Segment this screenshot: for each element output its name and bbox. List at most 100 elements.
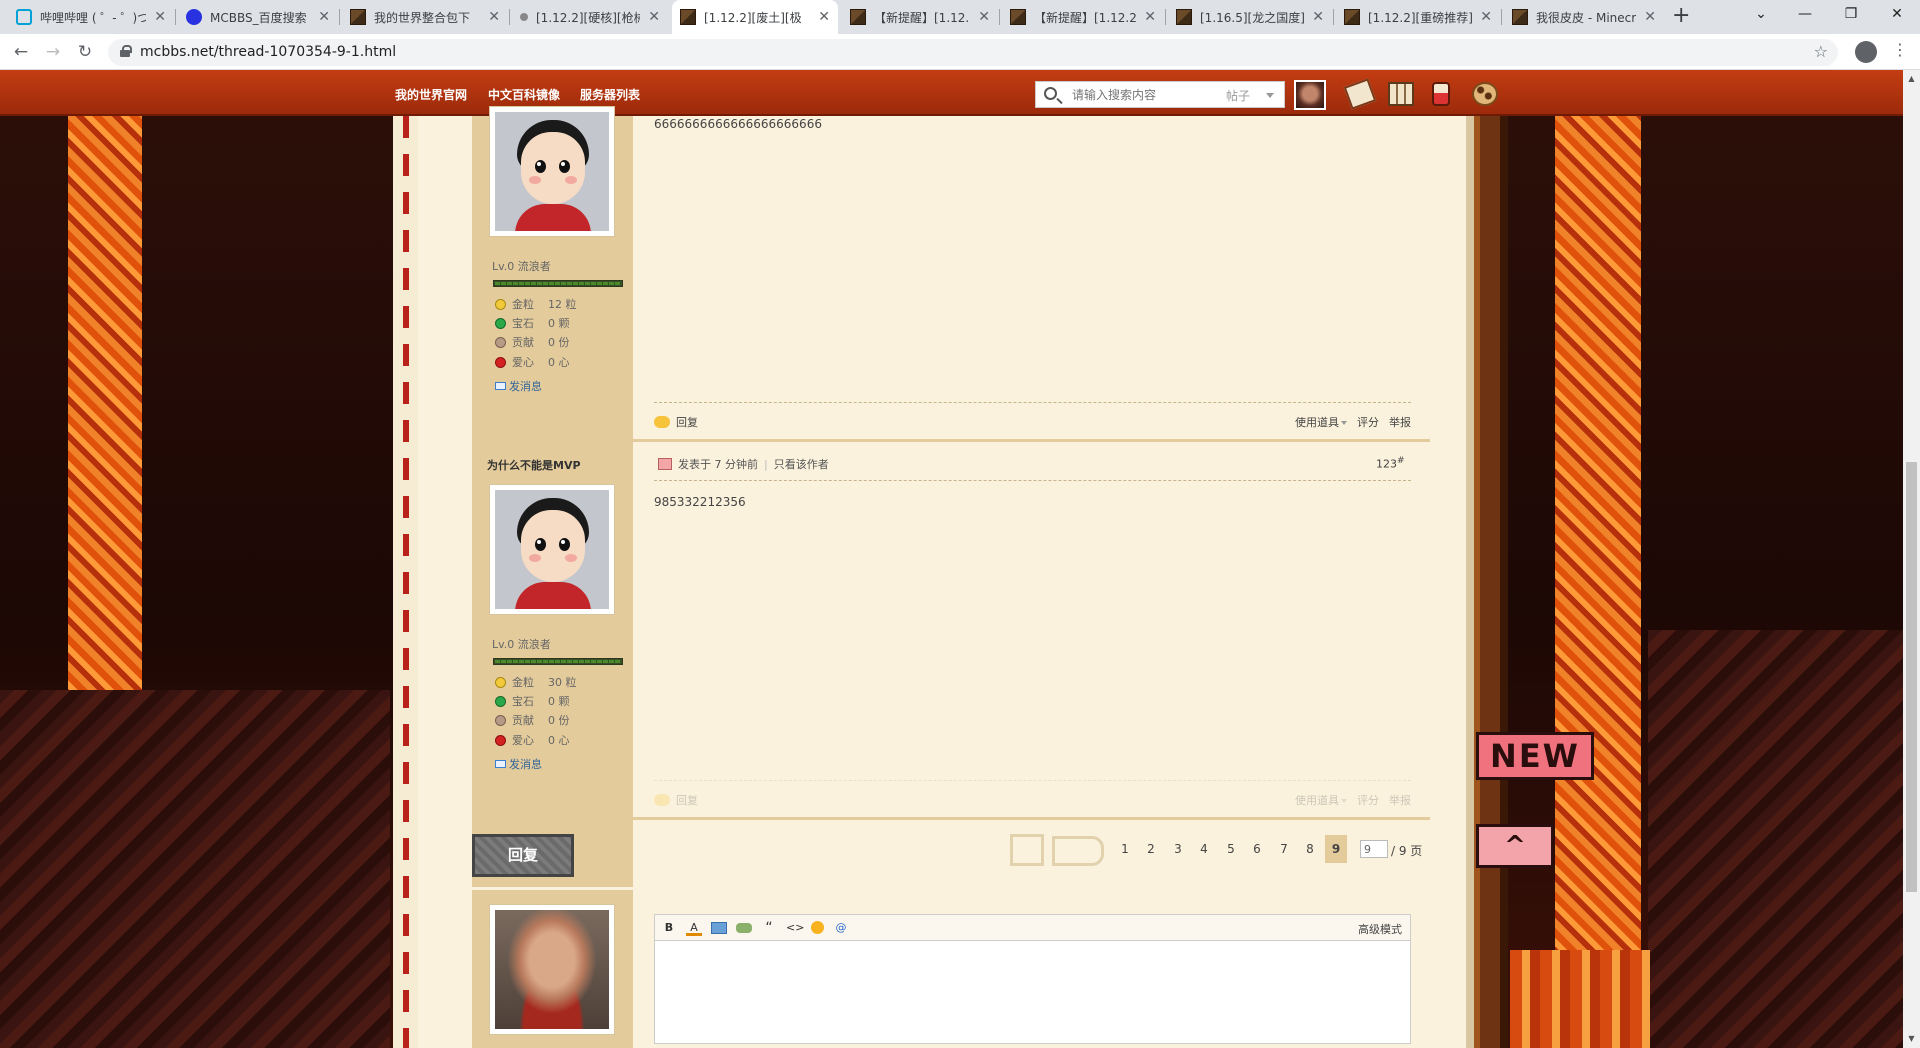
tab-divider (339, 9, 340, 25)
profile-avatar-icon[interactable] (1855, 41, 1877, 63)
browser-tab[interactable]: 【新提醒】[1.12.2] ✕ (842, 0, 998, 34)
mention-button[interactable]: @ (833, 920, 849, 936)
browser-tab[interactable]: 哔哩哔哩 ( ゜- ゜)つ ✕ (8, 0, 174, 34)
meta-divider: | (764, 457, 768, 471)
avatar[interactable] (489, 904, 615, 1035)
address-bar[interactable]: mcbbs.net/thread-1070354-9-1.html ☆ (108, 39, 1838, 66)
mail-icon[interactable] (1343, 78, 1377, 110)
send-message-link[interactable]: 发消息 (495, 378, 542, 394)
page-viewport: 我的世界官网 中文百科镜像 服务器列表 帖子 Lv.0 流浪者 金粒12 粒 宝… (0, 70, 1903, 1048)
close-icon[interactable]: ✕ (154, 9, 166, 25)
reply-link[interactable]: 回复 (654, 792, 698, 808)
nav-link-official[interactable]: 我的世界官网 (395, 86, 467, 103)
content-frame-right (1466, 116, 1508, 1048)
browser-tab[interactable]: 【新提醒】[1.12.2] ✕ (1002, 0, 1164, 34)
reload-icon[interactable]: ↻ (74, 41, 96, 63)
page-link[interactable]: 3 (1167, 835, 1189, 863)
url-text[interactable]: mcbbs.net/thread-1070354-9-1.html (140, 44, 396, 60)
contribution-icon (495, 336, 506, 348)
bookmark-star-icon[interactable]: ☆ (1814, 42, 1828, 61)
scrollbar-thumb[interactable] (1906, 462, 1917, 892)
avatar[interactable] (489, 484, 615, 615)
cookie-icon[interactable] (1472, 82, 1498, 106)
close-icon[interactable]: ✕ (648, 9, 660, 25)
rate-link[interactable]: 评分 (1357, 792, 1379, 808)
close-icon[interactable]: ✕ (488, 9, 500, 25)
scroll-down-icon[interactable]: ▼ (1906, 1034, 1917, 1044)
browser-tab-active[interactable]: [1.12.2][废土][极 ✕ (672, 0, 838, 34)
new-posts-flag[interactable]: NEW (1476, 732, 1594, 780)
search-type-select[interactable]: 帖子 (1226, 87, 1250, 104)
user-avatar[interactable] (1294, 80, 1326, 110)
forward-arrow-icon[interactable]: → (42, 41, 64, 63)
reply-link[interactable]: 回复 (654, 414, 698, 430)
close-icon[interactable]: ✕ (1480, 9, 1492, 25)
contribution-icon (495, 714, 506, 726)
reply-button[interactable]: 回复 (472, 834, 574, 877)
emoji-icon[interactable] (811, 921, 824, 934)
close-icon[interactable]: ✕ (318, 9, 330, 25)
close-window-icon[interactable]: ✕ (1874, 0, 1920, 30)
quote-button[interactable]: “ (761, 920, 777, 936)
floor-number[interactable]: 123# (1376, 456, 1405, 471)
author-name[interactable]: 为什么不能是MVP (487, 457, 581, 473)
minecraft-icon (1512, 9, 1528, 25)
page-link[interactable]: 1 (1114, 835, 1136, 863)
font-color-button[interactable]: A (686, 920, 702, 936)
page-jump-input[interactable] (1360, 840, 1388, 858)
browser-tab[interactable]: 我的世界整合包下 ✕ (342, 0, 508, 34)
send-message-link[interactable]: 发消息 (495, 756, 542, 772)
page-link[interactable]: 7 (1273, 835, 1295, 863)
browser-tab[interactable]: [1.12.2][硬核][枪械 ✕ (512, 0, 668, 34)
page-link[interactable]: 8 (1299, 835, 1321, 863)
browser-tab[interactable]: MCBBS_百度搜索 ✕ (178, 0, 338, 34)
scroll-up-icon[interactable]: ▲ (1906, 74, 1917, 84)
link-icon[interactable] (736, 922, 752, 933)
browser-tab[interactable]: 我很皮皮 - Minecr ✕ (1504, 0, 1664, 34)
search-icon[interactable] (1044, 87, 1057, 100)
use-tool-menu[interactable]: 使用道具 (1295, 792, 1347, 808)
stat-gem: 宝石 0 颗 (495, 693, 570, 709)
return-arrow-icon[interactable] (1052, 836, 1104, 866)
page-link[interactable]: 4 (1193, 835, 1215, 863)
browser-menu-icon[interactable]: ⋮ (1892, 40, 1908, 59)
potion-icon[interactable] (1432, 82, 1450, 106)
browser-tab[interactable]: [1.16.5][龙之国度] ✕ (1168, 0, 1332, 34)
post-body: 985332212356 (654, 495, 746, 509)
bold-button[interactable]: B (661, 920, 677, 936)
nav-link-wiki[interactable]: 中文百科镜像 (488, 86, 560, 103)
back-to-list-icon[interactable] (1010, 834, 1044, 866)
rate-link[interactable]: 评分 (1357, 414, 1379, 430)
chevron-down-icon[interactable] (1266, 93, 1274, 98)
tab-search-icon[interactable]: ⌄ (1738, 0, 1784, 30)
browser-tab[interactable]: [1.12.2][重磅推荐] ✕ (1336, 0, 1500, 34)
new-tab-button[interactable]: + (1672, 3, 1690, 28)
only-author-link[interactable]: 只看该作者 (774, 456, 829, 472)
gold-icon (495, 676, 506, 688)
page-link[interactable]: 5 (1220, 835, 1242, 863)
code-button[interactable]: <> (786, 920, 804, 936)
use-tool-menu[interactable]: 使用道具 (1295, 414, 1347, 430)
close-icon[interactable]: ✕ (1644, 9, 1656, 25)
back-arrow-icon[interactable]: ← (10, 41, 32, 63)
reply-textarea[interactable] (655, 941, 1410, 1044)
advanced-mode-link[interactable]: 高级模式 (1358, 921, 1402, 937)
minimize-icon[interactable]: — (1782, 0, 1828, 30)
apple-icon (495, 734, 506, 746)
close-icon[interactable]: ✕ (1144, 9, 1156, 25)
report-link[interactable]: 举报 (1389, 414, 1411, 430)
speech-bubble-icon (654, 794, 670, 806)
back-to-top-flag[interactable]: ^ (1476, 824, 1554, 868)
nav-link-servers[interactable]: 服务器列表 (580, 86, 640, 103)
close-icon[interactable]: ✕ (818, 9, 830, 25)
close-icon[interactable]: ✕ (1312, 9, 1324, 25)
page-link[interactable]: 6 (1246, 835, 1268, 863)
search-input[interactable] (1072, 86, 1212, 104)
report-link[interactable]: 举报 (1389, 792, 1411, 808)
avatar[interactable] (489, 106, 615, 237)
page-link[interactable]: 2 (1140, 835, 1162, 863)
inventory-box-icon[interactable] (1388, 82, 1414, 106)
image-icon[interactable] (711, 921, 727, 934)
close-icon[interactable]: ✕ (978, 9, 990, 25)
restore-icon[interactable]: ❐ (1828, 0, 1874, 30)
